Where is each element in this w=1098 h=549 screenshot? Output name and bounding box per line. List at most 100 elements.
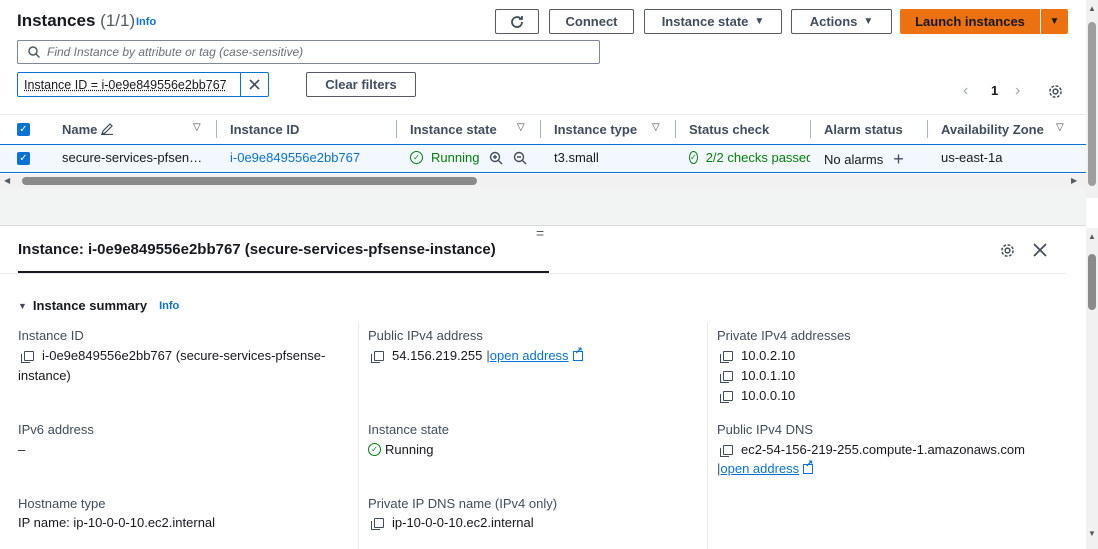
private-dns-value: ip-10-0-0-10.ec2.internal — [368, 515, 534, 530]
private-ipv4-value: 10.0.1.10 — [717, 368, 795, 383]
gear-icon[interactable] — [1000, 243, 1015, 258]
scrollbar-thumb[interactable] — [1088, 254, 1096, 310]
check-circle-icon: ✓ — [410, 151, 423, 164]
scroll-up-icon[interactable]: ▲ — [1088, 232, 1096, 241]
launch-label: Launch instances — [915, 14, 1025, 29]
copy-icon[interactable] — [720, 370, 733, 383]
horizontal-scrollbar[interactable]: ◀ ▶ — [0, 174, 1086, 188]
caret-down-icon: ▼ — [863, 16, 874, 27]
add-alarm-icon[interactable]: + — [893, 150, 904, 168]
column-header-instance-state[interactable]: Instance state — [410, 116, 497, 142]
top-vertical-scrollbar[interactable]: ▲ — [1086, 0, 1098, 198]
clear-filters-button[interactable]: Clear filters — [306, 72, 416, 97]
sort-icon[interactable]: ▽ — [652, 122, 660, 133]
detail-vertical-scrollbar[interactable]: ▲ ▼ — [1086, 228, 1098, 549]
copy-icon[interactable] — [21, 350, 34, 363]
search-input[interactable]: Find Instance by attribute or tag (case-… — [17, 40, 600, 64]
column-divider — [675, 120, 676, 138]
next-page-icon[interactable]: › — [1015, 82, 1020, 100]
value-text: 10.0.0.10 — [741, 388, 796, 403]
copy-icon[interactable] — [371, 350, 384, 363]
detail-title-underline — [0, 273, 1066, 274]
zoom-out-icon[interactable] — [513, 151, 527, 165]
info-link[interactable]: Info — [159, 300, 179, 312]
cell-text: No alarms — [824, 151, 884, 167]
scroll-left-icon[interactable]: ◀ — [4, 176, 10, 185]
clear-filters-label: Clear filters — [325, 77, 397, 92]
copy-icon[interactable] — [720, 390, 733, 403]
instance-state-button[interactable]: Instance state ▼ — [644, 9, 782, 34]
filter-token-text: Instance ID = i-0e9e849556e2bb767 — [24, 77, 227, 92]
open-address-link[interactable]: open address — [490, 348, 569, 363]
instance-summary-header[interactable]: ▼ Instance summary Info — [18, 298, 179, 313]
resize-handle-icon[interactable]: = — [536, 226, 544, 240]
column-header-instance-type[interactable]: Instance type — [554, 116, 637, 142]
column-header-alarm-status[interactable]: Alarm status — [824, 116, 903, 142]
column-divider — [396, 120, 397, 138]
instance-state-label: Instance state — [368, 422, 449, 437]
public-dns-open-address: | open address — [717, 459, 814, 477]
scrollbar-thumb[interactable] — [1088, 22, 1096, 186]
column-header-status-check[interactable]: Status check — [689, 116, 769, 142]
zoom-in-icon[interactable] — [489, 151, 503, 165]
external-link-icon[interactable] — [572, 346, 583, 361]
cell-text: t3.small — [554, 150, 599, 165]
public-ipv4-value: 54.156.219.255 | open address — [368, 346, 583, 363]
scroll-up-icon[interactable]: ▲ — [1088, 4, 1096, 13]
caret-down-icon: ▼ — [18, 300, 27, 311]
column-header-instance-id[interactable]: Instance ID — [230, 116, 299, 142]
hostname-type-label: Hostname type — [18, 496, 106, 511]
close-icon — [249, 79, 260, 90]
column-header-availability-zone[interactable]: Availability Zone — [941, 116, 1044, 142]
value-text: i-0e9e849556e2bb767 (secure-services-pfs… — [42, 348, 326, 363]
launch-instances-button[interactable]: Launch instances — [900, 9, 1040, 34]
copy-icon[interactable] — [720, 350, 733, 363]
instance-id-link[interactable]: i-0e9e849556e2bb767 — [230, 150, 360, 165]
copy-icon[interactable] — [720, 444, 733, 457]
copy-icon[interactable] — [371, 517, 384, 530]
select-all-checkbox[interactable]: ✓ — [17, 123, 30, 136]
pencil-icon — [101, 123, 114, 135]
column-label: Name — [62, 121, 98, 137]
column-label: Instance type — [554, 121, 638, 137]
scrollbar-thumb[interactable] — [22, 177, 477, 185]
sort-icon[interactable]: ▽ — [517, 122, 525, 133]
column-divider — [707, 322, 708, 549]
instance-count: (1/1) — [100, 11, 136, 30]
check-circle-icon: ✓ — [368, 443, 381, 456]
refresh-icon — [511, 15, 523, 28]
remove-filter-button[interactable] — [240, 73, 268, 96]
scroll-down-icon[interactable]: ▼ — [1088, 529, 1096, 538]
sort-icon[interactable]: ▽ — [1056, 122, 1064, 133]
actions-button[interactable]: Actions ▼ — [791, 9, 892, 34]
prev-page-icon[interactable]: ‹ — [963, 82, 968, 100]
gear-icon[interactable] — [1048, 84, 1063, 99]
external-link-icon[interactable] — [803, 459, 814, 474]
ipv6-label: IPv6 address — [18, 422, 94, 437]
cell-instance-type: t3.small — [554, 150, 599, 165]
private-ipv4-value: 10.0.0.10 — [717, 388, 795, 403]
value-text: ip-10-0-0-10.ec2.internal — [392, 515, 534, 530]
info-link[interactable]: Info — [136, 16, 156, 28]
private-ipv4-value: 10.0.2.10 — [717, 348, 795, 363]
column-label: Instance ID — [230, 121, 300, 137]
column-header-name[interactable]: Name — [62, 116, 114, 142]
instance-state-label: Instance state — [661, 14, 749, 29]
close-icon[interactable] — [1033, 243, 1047, 257]
search-placeholder: Find Instance by attribute or tag (case-… — [47, 45, 304, 59]
filter-token: Instance ID = i-0e9e849556e2bb767 — [17, 72, 269, 97]
detail-title: Instance: i-0e9e849556e2bb767 (secure-se… — [18, 241, 496, 258]
refresh-button[interactable] — [495, 9, 539, 34]
cell-instance-id[interactable]: i-0e9e849556e2bb767 — [230, 150, 360, 165]
scroll-right-icon[interactable]: ▶ — [1071, 176, 1077, 185]
sort-icon[interactable]: ▽ — [193, 122, 201, 133]
page-number[interactable]: 1 — [991, 83, 998, 98]
value-text: 54.156.219.255 — [392, 348, 483, 363]
public-ipv4-label: Public IPv4 address — [368, 328, 483, 343]
detail-title-active-bar — [18, 271, 549, 273]
cell-text: secure-services-pfsen… — [62, 150, 203, 165]
row-checkbox[interactable]: ✓ — [17, 152, 30, 165]
connect-button[interactable]: Connect — [549, 9, 634, 34]
launch-dropdown-button[interactable]: ▼ — [1041, 9, 1068, 34]
open-address-link[interactable]: open address — [720, 461, 799, 476]
